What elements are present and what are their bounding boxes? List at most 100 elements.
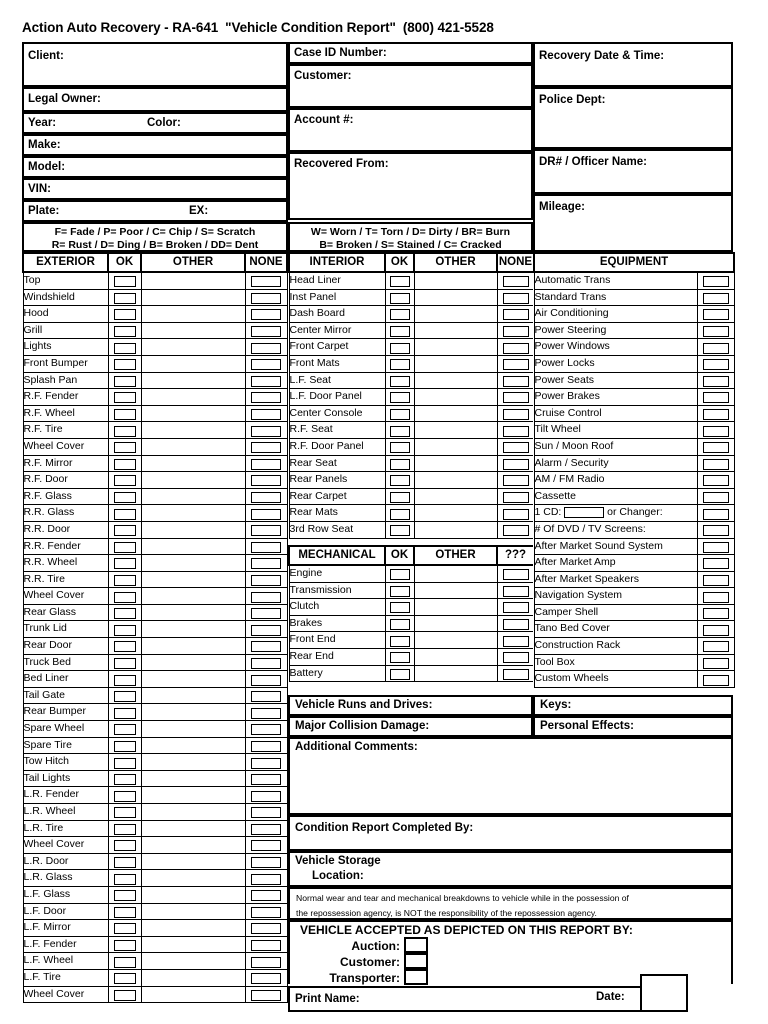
mechanical-other-cell[interactable] — [413, 598, 498, 616]
exterior-ok-checkbox[interactable] — [113, 309, 136, 321]
mechanical-unknown-cell[interactable] — [496, 614, 535, 633]
equipment-check-checkbox[interactable] — [702, 492, 729, 504]
exterior-ok-cell[interactable] — [107, 321, 142, 340]
interior-ok-cell[interactable] — [384, 437, 415, 456]
interior-ok-cell[interactable] — [384, 288, 415, 307]
exterior-none-checkbox[interactable] — [251, 691, 281, 703]
exterior-ok-cell[interactable] — [107, 902, 142, 921]
exterior-other-cell[interactable] — [140, 305, 246, 323]
interior-ok-checkbox[interactable] — [389, 392, 410, 404]
exterior-none-checkbox[interactable] — [251, 940, 281, 952]
interior-none-cell[interactable] — [496, 371, 535, 390]
police-dept-field[interactable]: Police Dept: — [533, 87, 733, 149]
exterior-ok-checkbox[interactable] — [113, 757, 136, 769]
exterior-none-checkbox[interactable] — [251, 292, 281, 304]
exterior-ok-cell[interactable] — [107, 471, 142, 489]
personal-effects-field[interactable]: Personal Effects: — [533, 716, 733, 737]
equipment-check-checkbox[interactable] — [702, 292, 729, 304]
customer-checkbox[interactable] — [404, 953, 428, 969]
exterior-none-checkbox[interactable] — [251, 657, 281, 669]
exterior-other-cell[interactable] — [140, 421, 246, 439]
exterior-none-checkbox[interactable] — [251, 790, 281, 802]
mechanical-unknown-checkbox[interactable] — [502, 602, 529, 614]
recovery-date-time-field[interactable]: Recovery Date & Time: — [533, 42, 733, 87]
exterior-none-checkbox[interactable] — [251, 973, 281, 985]
exterior-other-cell[interactable] — [140, 537, 246, 556]
interior-ok-cell[interactable] — [384, 371, 415, 390]
exterior-ok-cell[interactable] — [107, 437, 142, 456]
mechanical-unknown-checkbox[interactable] — [502, 619, 529, 631]
exterior-ok-cell[interactable] — [107, 720, 142, 738]
interior-ok-cell[interactable] — [384, 338, 415, 356]
mechanical-ok-checkbox[interactable] — [389, 652, 410, 664]
exterior-ok-cell[interactable] — [107, 836, 142, 854]
exterior-other-cell[interactable] — [140, 968, 246, 987]
equipment-check-cell[interactable] — [696, 305, 735, 323]
exterior-none-checkbox[interactable] — [251, 458, 281, 470]
exterior-ok-cell[interactable] — [107, 803, 142, 821]
mechanical-ok-cell[interactable] — [384, 581, 415, 600]
exterior-other-cell[interactable] — [140, 852, 246, 871]
equipment-check-cell[interactable] — [696, 603, 735, 622]
interior-none-cell[interactable] — [496, 305, 535, 323]
exterior-none-checkbox[interactable] — [251, 873, 281, 885]
exterior-none-checkbox[interactable] — [251, 326, 281, 338]
exterior-none-checkbox[interactable] — [251, 624, 281, 636]
exterior-ok-checkbox[interactable] — [113, 873, 136, 885]
exterior-none-cell[interactable] — [244, 686, 288, 705]
equipment-check-cell[interactable] — [696, 520, 735, 539]
exterior-none-cell[interactable] — [244, 437, 288, 456]
exterior-none-cell[interactable] — [244, 471, 288, 489]
additional-comments-field[interactable]: Additional Comments: — [288, 737, 733, 815]
exterior-ok-checkbox[interactable] — [113, 923, 136, 935]
exterior-ok-cell[interactable] — [107, 371, 142, 390]
equipment-check-cell[interactable] — [696, 338, 735, 356]
exterior-ok-checkbox[interactable] — [113, 989, 136, 1001]
exterior-ok-checkbox[interactable] — [113, 475, 136, 487]
interior-ok-cell[interactable] — [384, 271, 415, 290]
exterior-ok-cell[interactable] — [107, 520, 142, 539]
equipment-check-cell[interactable] — [696, 653, 735, 672]
exterior-none-checkbox[interactable] — [251, 525, 281, 537]
exterior-none-checkbox[interactable] — [251, 574, 281, 586]
equipment-check-checkbox[interactable] — [702, 392, 729, 404]
exterior-none-checkbox[interactable] — [251, 442, 281, 454]
vehicle-storage-location-field[interactable]: Vehicle Storage Location: — [288, 851, 733, 887]
interior-other-cell[interactable] — [413, 321, 498, 340]
exterior-other-cell[interactable] — [140, 952, 246, 970]
equipment-check-cell[interactable] — [696, 570, 735, 589]
mechanical-unknown-checkbox[interactable] — [502, 585, 529, 597]
exterior-none-checkbox[interactable] — [251, 989, 281, 1001]
exterior-ok-cell[interactable] — [107, 769, 142, 788]
interior-other-cell[interactable] — [413, 421, 498, 439]
exterior-ok-cell[interactable] — [107, 603, 142, 622]
exterior-ok-cell[interactable] — [107, 288, 142, 307]
exterior-ok-cell[interactable] — [107, 952, 142, 970]
interior-ok-cell[interactable] — [384, 321, 415, 340]
exterior-other-cell[interactable] — [140, 902, 246, 921]
equipment-check-checkbox[interactable] — [702, 425, 729, 437]
exterior-ok-cell[interactable] — [107, 736, 142, 755]
exterior-other-cell[interactable] — [140, 487, 246, 506]
equipment-check-cell[interactable] — [696, 371, 735, 390]
exterior-other-cell[interactable] — [140, 437, 246, 456]
exterior-none-cell[interactable] — [244, 520, 288, 539]
equipment-check-checkbox[interactable] — [702, 309, 729, 321]
interior-none-checkbox[interactable] — [502, 326, 529, 338]
customer-field[interactable]: Customer: — [288, 64, 533, 108]
recovered-from-field[interactable]: Recovered From: — [288, 152, 533, 220]
exterior-other-cell[interactable] — [140, 388, 246, 406]
exterior-none-cell[interactable] — [244, 836, 288, 854]
exterior-ok-checkbox[interactable] — [113, 392, 136, 404]
equipment-check-cell[interactable] — [696, 587, 735, 605]
equipment-check-checkbox[interactable] — [702, 674, 729, 686]
exterior-none-checkbox[interactable] — [251, 890, 281, 902]
exterior-other-cell[interactable] — [140, 620, 246, 639]
equipment-check-cell[interactable] — [696, 388, 735, 406]
interior-none-cell[interactable] — [496, 520, 535, 539]
interior-other-cell[interactable] — [413, 305, 498, 323]
exterior-ok-cell[interactable] — [107, 885, 142, 904]
exterior-other-cell[interactable] — [140, 985, 246, 1004]
exterior-ok-checkbox[interactable] — [113, 823, 136, 835]
equipment-check-checkbox[interactable] — [702, 359, 729, 371]
